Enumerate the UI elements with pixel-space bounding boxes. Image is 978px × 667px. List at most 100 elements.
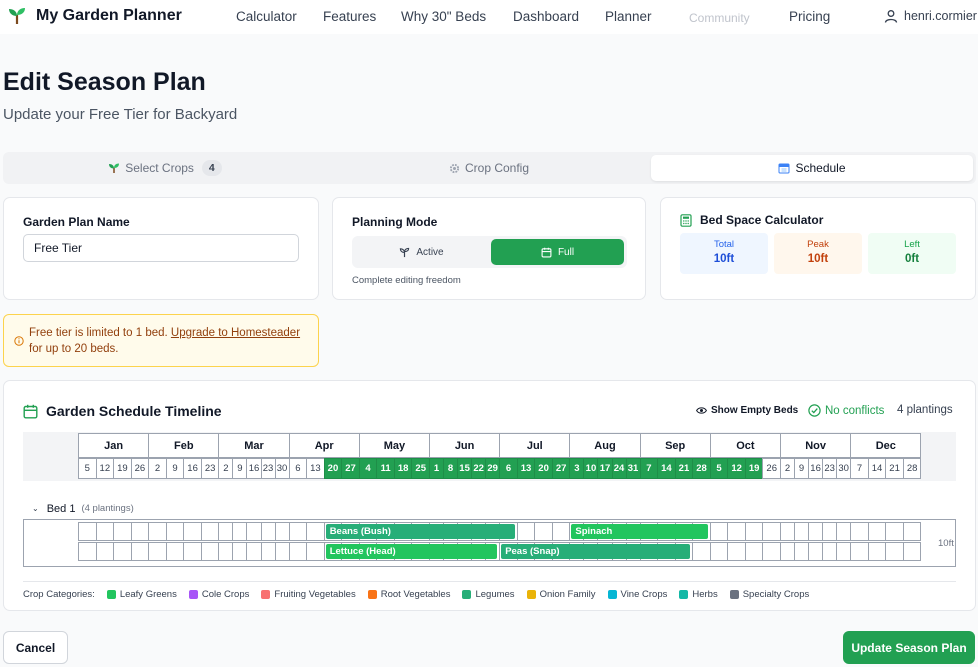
lane-cell xyxy=(218,542,234,561)
lane-cell xyxy=(183,542,202,561)
tab-crop-config[interactable]: Crop Config xyxy=(330,155,648,181)
week-cell: 9 xyxy=(794,458,810,479)
week-cell: 5 xyxy=(78,458,97,479)
lane-cell xyxy=(274,542,290,561)
mode-full-button[interactable]: Full xyxy=(491,239,624,265)
legend-swatch xyxy=(188,590,198,599)
month-header: Mar xyxy=(218,433,290,458)
lane-cell xyxy=(709,522,729,541)
legend-item: Onion Family xyxy=(526,589,596,600)
legend-swatch xyxy=(679,590,689,599)
seedling-icon xyxy=(109,163,120,173)
crop-count-badge: 4 xyxy=(201,160,222,176)
alert-text-before: Free tier is limited to 1 bed. xyxy=(29,327,171,339)
planning-mode-toggle: Active Full xyxy=(352,236,627,268)
legend-swatch xyxy=(462,590,472,599)
legend-label: Leafy Greens xyxy=(119,589,177,600)
legend-swatch xyxy=(607,590,617,599)
week-cell: 27 xyxy=(341,458,360,479)
lane-cell xyxy=(165,522,185,541)
user-menu[interactable]: henri.cormier xyxy=(884,9,977,23)
week-cell: 16 xyxy=(246,458,262,479)
lane-cell xyxy=(260,522,276,541)
show-empty-beds-label: Show Empty Beds xyxy=(711,405,799,416)
week-cell: 19 xyxy=(744,458,764,479)
lane-cell xyxy=(836,522,852,541)
lane-cell xyxy=(200,522,220,541)
week-cell: 6 xyxy=(288,458,308,479)
lane-cell xyxy=(808,542,824,561)
month-header: Feb xyxy=(148,433,220,458)
conflict-status-label: No conflicts xyxy=(825,404,885,417)
update-season-plan-button[interactable]: Update Season Plan xyxy=(843,631,975,664)
week-cell: 19 xyxy=(113,458,132,479)
lane-cell xyxy=(709,542,729,561)
upgrade-link[interactable]: Upgrade to Homesteader xyxy=(171,327,300,339)
lane-cell xyxy=(850,522,869,541)
tab-select-crops[interactable]: Select Crops 4 xyxy=(6,155,324,181)
calendar-icon xyxy=(23,404,38,419)
legend-swatch xyxy=(367,590,377,599)
lane-cell xyxy=(836,542,852,561)
planting-bar[interactable]: Spinach xyxy=(571,524,708,539)
lane-cell xyxy=(744,542,764,561)
month-header: Aug xyxy=(569,433,641,458)
legend-items: Leafy Greens Cole Crops Fruiting Vegetable… xyxy=(106,589,821,600)
gear-icon xyxy=(449,163,460,173)
planting-bar[interactable]: Lettuce (Head) xyxy=(325,544,498,559)
week-cell: 13 xyxy=(516,458,536,479)
week-cell: 26 xyxy=(762,458,781,479)
planting-bar[interactable]: Peas (Snap) xyxy=(501,544,691,559)
week-cell: 24 xyxy=(611,458,627,479)
nav-features[interactable]: Features xyxy=(323,9,376,24)
month-header: Apr xyxy=(288,433,360,458)
sprout-icon xyxy=(400,247,410,257)
lane-cell xyxy=(148,522,167,541)
nav-planner[interactable]: Planner xyxy=(605,9,652,24)
week-cell: 23 xyxy=(260,458,276,479)
nav-community[interactable]: Community xyxy=(689,11,750,25)
show-empty-beds-toggle[interactable]: Show Empty Beds xyxy=(696,405,798,416)
mode-active-button[interactable]: Active xyxy=(355,239,488,265)
lane-cell xyxy=(850,542,869,561)
legend-label: Onion Family xyxy=(539,589,596,600)
lane-cell xyxy=(902,542,922,561)
bed-header[interactable]: ⌄ Bed 1 (4 plantings) xyxy=(23,498,956,520)
calendar-icon xyxy=(541,247,552,257)
month-header: Oct xyxy=(709,433,781,458)
plan-name-input[interactable]: Free Tier xyxy=(23,234,299,262)
stat-left: Left 0ft xyxy=(868,233,956,274)
week-cell: 27 xyxy=(551,458,571,479)
nav-dashboard[interactable]: Dashboard xyxy=(513,9,579,24)
legend-label: Root Vegetables xyxy=(380,589,451,600)
cancel-button[interactable]: Cancel xyxy=(3,631,68,664)
planting-bar[interactable]: Beans (Bush) xyxy=(325,524,515,539)
lane-cell xyxy=(885,542,904,561)
chevron-down-icon: ⌄ xyxy=(32,504,39,513)
stat-total: Total 10ft xyxy=(680,233,768,274)
legend-label: Legumes xyxy=(475,589,515,600)
bed-name: Bed 1 xyxy=(46,502,76,515)
week-cell: 23 xyxy=(822,458,838,479)
nav-pricing[interactable]: Pricing xyxy=(789,9,830,24)
legend-item: Leafy Greens xyxy=(106,589,177,600)
week-cell: 26 xyxy=(130,458,150,479)
week-cell: 21 xyxy=(885,458,904,479)
stat-peak-value: 10ft xyxy=(807,253,829,265)
lane-cell xyxy=(902,522,922,541)
week-cell: 2 xyxy=(780,458,796,479)
bed-space-header: Bed Space Calculator xyxy=(680,213,823,227)
nav-why-30-beds[interactable]: Why 30" Beds xyxy=(401,9,486,24)
lane-cell xyxy=(288,542,308,561)
week-cell: 21 xyxy=(674,458,694,479)
legend-item: Specialty Crops xyxy=(729,589,809,600)
tab-schedule[interactable]: Schedule xyxy=(651,155,973,181)
week-cell: 16 xyxy=(183,458,202,479)
brand[interactable]: My Garden Planner xyxy=(7,6,182,26)
planning-mode-label: Planning Mode xyxy=(352,215,438,229)
week-cell: 12 xyxy=(95,458,115,479)
bed-space-title: Bed Space Calculator xyxy=(700,213,824,227)
planning-mode-card: Planning Mode Active Full Complete editi… xyxy=(332,197,646,300)
nav-calculator[interactable]: Calculator xyxy=(236,9,297,24)
week-cell: 12 xyxy=(727,458,746,479)
